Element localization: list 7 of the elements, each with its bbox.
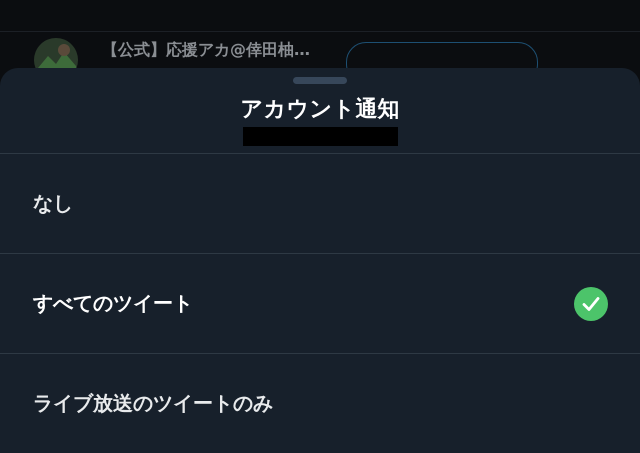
option-item[interactable]: なし bbox=[0, 153, 640, 253]
drag-handle[interactable] bbox=[293, 77, 347, 84]
check-icon bbox=[574, 286, 608, 320]
option-item[interactable]: ライブ放送のツイートのみ bbox=[0, 353, 640, 453]
account-name: 【公式】応援アカ@倖田柚… bbox=[102, 40, 310, 60]
sheet-title: アカウント通知 bbox=[240, 96, 400, 124]
option-item[interactable]: すべてのツイート bbox=[0, 253, 640, 353]
